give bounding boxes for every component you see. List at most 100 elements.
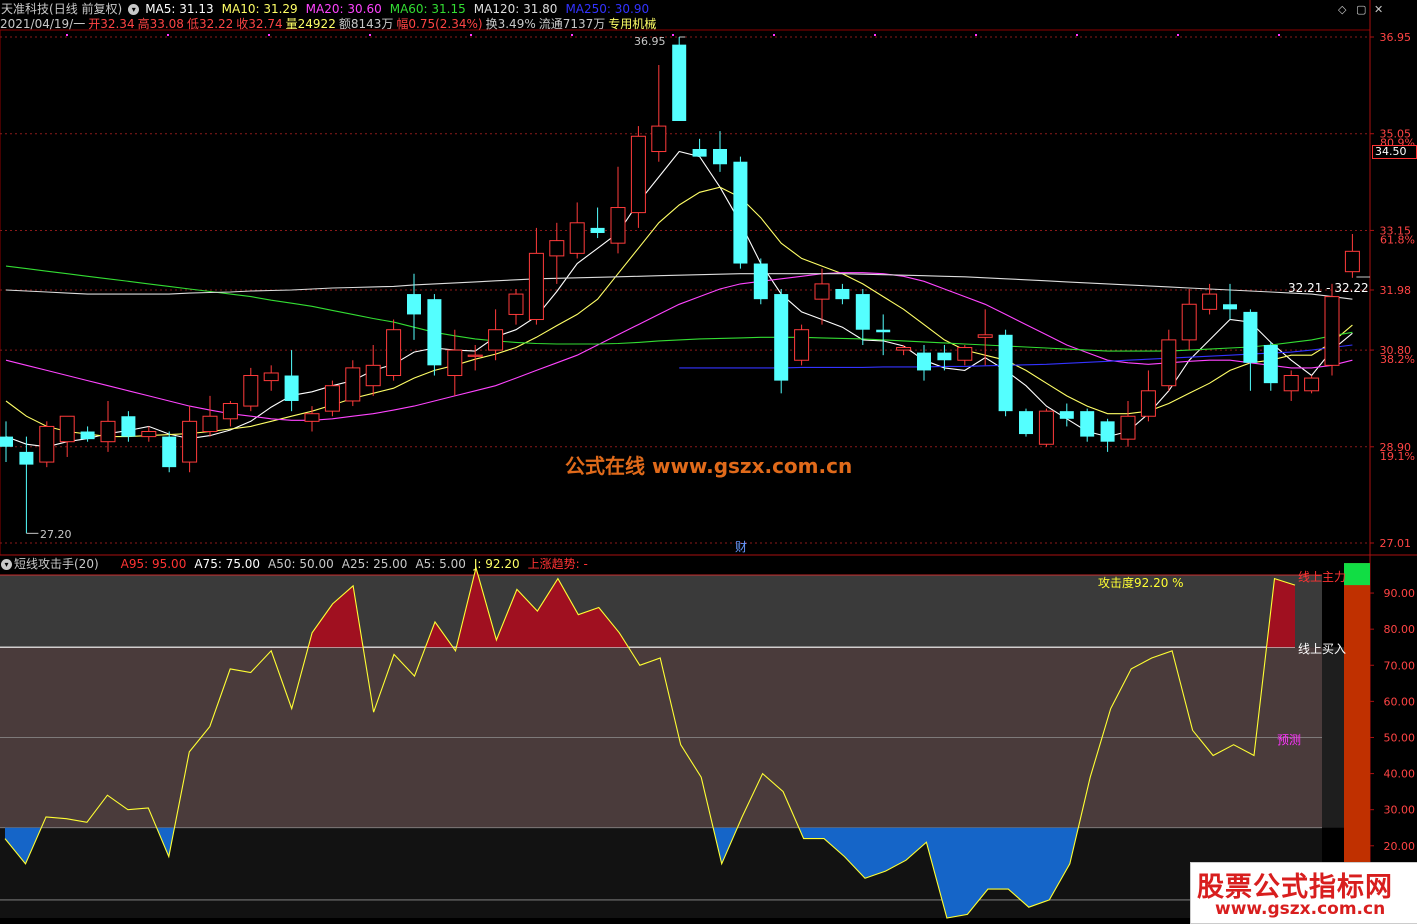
price-tick-label: 36.95: [1380, 31, 1412, 44]
candle[interactable]: [365, 344, 381, 396]
candle[interactable]: [202, 395, 218, 437]
candle-body: [733, 161, 748, 264]
candle[interactable]: [814, 268, 830, 325]
candle[interactable]: [59, 415, 75, 457]
candle[interactable]: [957, 344, 973, 366]
candle[interactable]: [630, 126, 646, 228]
candle[interactable]: [713, 131, 727, 172]
candle-body: [447, 349, 463, 377]
indicator-name[interactable]: 短线攻击手(20): [14, 557, 99, 571]
candle[interactable]: [19, 436, 34, 534]
candle[interactable]: [528, 227, 544, 325]
candle[interactable]: [1324, 283, 1340, 376]
candle-body: [1019, 411, 1033, 435]
candle[interactable]: [386, 319, 402, 381]
candle[interactable]: [427, 294, 442, 376]
indicator-legend: A95: 95.00 A75: 75.00 A50: 50.00 A25: 25.00…: [121, 557, 588, 571]
stock-name[interactable]: 天准科技: [1, 2, 49, 16]
candle-body: [528, 252, 544, 321]
candle[interactable]: [100, 400, 116, 452]
indicator-legend-item: J: 92.20: [473, 557, 520, 571]
indicator-legend-item: A75: 75.00: [194, 557, 261, 571]
close-icon[interactable]: ✕: [1374, 3, 1383, 16]
candle[interactable]: [345, 360, 361, 407]
candle[interactable]: [896, 344, 912, 356]
candle[interactable]: [263, 365, 279, 391]
maximize-icon[interactable]: ▢: [1356, 3, 1366, 16]
candle-body: [896, 347, 912, 351]
candle[interactable]: [753, 258, 768, 305]
ma-legend-item: MA20: 30.60: [305, 2, 382, 16]
corner-watermark-url: www.gszx.com.cn: [1215, 899, 1386, 919]
candle[interactable]: [1120, 400, 1136, 447]
candle[interactable]: [998, 329, 1013, 417]
candle[interactable]: [1344, 234, 1360, 278]
candle-body: [794, 329, 810, 361]
candle[interactable]: [447, 329, 463, 396]
candle[interactable]: [1161, 329, 1177, 391]
candle[interactable]: [651, 64, 667, 162]
top-marker-dot: [773, 34, 775, 36]
indicator-legend-item: A5: 5.00: [415, 557, 466, 571]
candle[interactable]: [590, 207, 605, 239]
candle-body: [774, 294, 789, 381]
info-item: 流通7137万: [538, 17, 606, 31]
candle[interactable]: [407, 273, 421, 340]
indicator-settings-icon[interactable]: ▾: [1, 558, 12, 570]
diamond-icon[interactable]: ◇: [1338, 3, 1346, 16]
info-item: 高33.08: [137, 17, 184, 31]
candle[interactable]: [610, 166, 626, 254]
candle[interactable]: [549, 222, 565, 284]
candle[interactable]: [1181, 288, 1197, 351]
candle[interactable]: [733, 156, 748, 269]
candle[interactable]: [162, 431, 177, 473]
candle[interactable]: [1100, 418, 1115, 452]
candle[interactable]: [917, 344, 931, 381]
candle[interactable]: [324, 380, 340, 417]
main-force-label: 线上主力: [1298, 570, 1347, 584]
candle-body: [1181, 303, 1197, 341]
finance-marker[interactable]: 财: [735, 540, 747, 554]
candle[interactable]: [1038, 408, 1054, 447]
candle-body: [121, 416, 136, 437]
candle[interactable]: [1243, 309, 1258, 391]
candle[interactable]: [222, 400, 238, 427]
candle-body: [100, 420, 116, 443]
candle-body: [672, 44, 687, 121]
candle[interactable]: [1263, 342, 1278, 391]
attack-degree-label: 攻击度92.20 %: [1098, 576, 1184, 590]
ma-settings-icon[interactable]: ▾: [128, 3, 140, 15]
candle[interactable]: [1140, 370, 1156, 422]
candle[interactable]: [876, 314, 891, 356]
candle[interactable]: [508, 288, 524, 325]
candle[interactable]: [284, 350, 299, 412]
candle[interactable]: [835, 283, 850, 305]
candle[interactable]: [794, 324, 810, 366]
candle[interactable]: [774, 288, 789, 394]
forecast-label: 预测: [1277, 733, 1302, 747]
candle[interactable]: [1283, 370, 1299, 401]
candle-body: [467, 354, 483, 357]
candle-body: [80, 431, 95, 440]
candle-body: [855, 294, 870, 330]
candle[interactable]: [1019, 408, 1033, 437]
period-label[interactable]: (日线 前复权): [49, 2, 122, 16]
candle[interactable]: [182, 406, 198, 473]
candle[interactable]: [1059, 403, 1074, 427]
top-marker-dot: [1278, 34, 1280, 36]
candle-body: [1263, 344, 1278, 384]
indicator-legend-item: A95: 95.00: [120, 557, 187, 571]
candle[interactable]: [692, 138, 707, 157]
candle[interactable]: [1080, 408, 1095, 442]
candle[interactable]: [39, 421, 55, 468]
candle-body: [713, 148, 727, 165]
candle[interactable]: [672, 37, 687, 121]
candle[interactable]: [1304, 375, 1320, 394]
price-tick-label: 27.01: [1380, 537, 1412, 550]
header-row-1: 天准科技 (日线 前复权) ▾ MA5: 31.13 MA10: 31.29 MA2…: [0, 2, 649, 16]
candle[interactable]: [243, 367, 259, 412]
candle[interactable]: [569, 202, 585, 259]
candle[interactable]: [0, 421, 13, 463]
top-marker-dot: [1177, 34, 1179, 36]
candle-body: [141, 431, 157, 438]
